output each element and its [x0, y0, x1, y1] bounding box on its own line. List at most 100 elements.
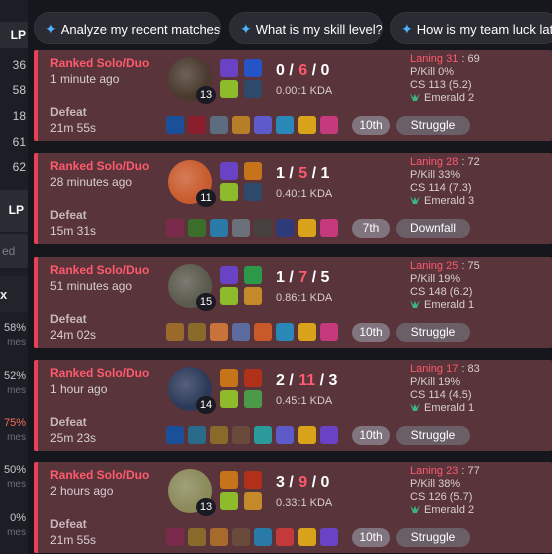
rune-icon[interactable] [244, 471, 262, 489]
summoner-spell-icon[interactable] [220, 287, 238, 305]
item-icon[interactable] [298, 116, 316, 134]
search-input[interactable]: ed [0, 234, 28, 268]
kills: 3 [276, 474, 285, 491]
item-icon[interactable] [166, 426, 184, 444]
summoner-spell-icon[interactable] [220, 162, 238, 180]
performance-tag[interactable]: Struggle [396, 116, 470, 135]
summoner-spell-icon[interactable] [220, 80, 238, 98]
summoner-spell-icon[interactable] [220, 390, 238, 408]
laning-stats: Laning 31 : 69 P/Kill 0% CS 113 (5.2) Em… [410, 53, 480, 104]
item-icon[interactable] [254, 116, 272, 134]
match-card[interactable]: Ranked Solo/Duo 28 minutes ago Defeat 15m 3… [34, 153, 552, 244]
rune-icon[interactable] [244, 266, 262, 284]
queue-type: Ranked Solo/Duo [50, 263, 150, 277]
item-icon[interactable] [298, 528, 316, 546]
item-icon[interactable] [232, 528, 250, 546]
match-card[interactable]: Ranked Solo/Duo 51 minutes ago Defeat 24m 0… [34, 257, 552, 348]
item-icon[interactable] [232, 219, 250, 237]
assists: 1 [320, 165, 330, 182]
summoner-spell-icon[interactable] [220, 183, 238, 201]
laning-label: Laning 25 [410, 260, 459, 272]
queue-type: Ranked Solo/Duo [50, 468, 150, 482]
lp-card[interactable]: LP [0, 190, 28, 232]
match-card[interactable]: Ranked Solo/Duo 1 minute ago Defeat 21m 55s… [34, 50, 552, 141]
item-icon[interactable] [210, 323, 228, 341]
search-placeholder: ed [2, 244, 16, 258]
item-icon[interactable] [166, 528, 184, 546]
item-icon[interactable] [210, 116, 228, 134]
item-icon[interactable] [298, 426, 316, 444]
rune-icon[interactable] [244, 492, 262, 510]
rune-icon[interactable] [244, 59, 262, 77]
average-rank: Emerald 2 [424, 92, 475, 104]
prompt-suggestions: ✦ Analyze my recent matches. ✦ What is my … [34, 12, 552, 44]
item-icon[interactable] [166, 219, 184, 237]
winrate-pct: 58% [3, 322, 26, 334]
placement-badge: 7th [352, 219, 390, 238]
item-icon[interactable] [254, 323, 272, 341]
summoner-spell-icon[interactable] [220, 471, 238, 489]
item-icon[interactable] [298, 219, 316, 237]
laning-stats: Laning 23 : 77 P/Kill 38% CS 126 (5.7) E… [410, 465, 480, 516]
rune-icon[interactable] [244, 287, 262, 305]
rune-icon[interactable] [244, 80, 262, 98]
placement-badge: 10th [352, 528, 390, 547]
performance-tag[interactable]: Downfall [396, 219, 470, 238]
prompt-chip-luck[interactable]: ✦ How is my team luck latel [390, 12, 552, 44]
laning-label: Laning 31 [410, 53, 459, 65]
item-icon[interactable] [188, 116, 206, 134]
item-icon[interactable] [254, 219, 272, 237]
item-icon[interactable] [188, 323, 206, 341]
item-icon[interactable] [320, 116, 338, 134]
performance-tag[interactable]: Struggle [396, 426, 470, 445]
rune-icon[interactable] [244, 183, 262, 201]
rune-icon[interactable] [244, 369, 262, 387]
kda-score: 0 / 6 / 0 [276, 62, 330, 79]
match-card[interactable]: Ranked Solo/Duo 1 hour ago Defeat 25m 23s 14… [34, 360, 552, 451]
match-time: 28 minutes ago [50, 175, 133, 189]
item-icon[interactable] [276, 528, 294, 546]
performance-tag[interactable]: Struggle [396, 528, 470, 547]
prompt-chip-skill[interactable]: ✦ What is my skill level? [229, 12, 383, 44]
match-card[interactable]: Ranked Solo/Duo 2 hours ago Defeat 21m 55s 1… [34, 462, 552, 553]
item-icon[interactable] [232, 426, 250, 444]
item-icon[interactable] [188, 426, 206, 444]
summoner-spell-icon[interactable] [220, 266, 238, 284]
summoner-spell-icon[interactable] [220, 492, 238, 510]
item-icon[interactable] [254, 528, 272, 546]
rune-icon[interactable] [244, 390, 262, 408]
kill-participation: P/Kill 19% [410, 376, 461, 388]
champion-level: 15 [196, 293, 216, 311]
lp-value: 18 [12, 109, 26, 123]
item-icon[interactable] [166, 116, 184, 134]
summoner-spell-icon[interactable] [220, 369, 238, 387]
item-icon[interactable] [254, 426, 272, 444]
rune-icon[interactable] [244, 162, 262, 180]
item-icon[interactable] [276, 116, 294, 134]
performance-tag[interactable]: Struggle [396, 323, 470, 342]
item-icon[interactable] [276, 219, 294, 237]
item-icon[interactable] [210, 426, 228, 444]
summoner-spell-icon[interactable] [220, 59, 238, 77]
item-icon[interactable] [188, 219, 206, 237]
item-icon[interactable] [320, 528, 338, 546]
winrate-pct: 50% [3, 464, 26, 476]
average-rank: Emerald 2 [424, 504, 475, 516]
laning-score: 75 [467, 260, 480, 272]
item-icon[interactable] [166, 323, 184, 341]
item-icon[interactable] [210, 219, 228, 237]
winrate-pct: 52% [3, 370, 26, 382]
item-icon[interactable] [320, 323, 338, 341]
item-icon[interactable] [232, 116, 250, 134]
item-icon[interactable] [298, 323, 316, 341]
item-icon[interactable] [188, 528, 206, 546]
item-icon[interactable] [320, 219, 338, 237]
champion-stats-header: x [0, 276, 28, 312]
item-icon[interactable] [232, 323, 250, 341]
item-icon[interactable] [276, 426, 294, 444]
prompt-chip-analyze[interactable]: ✦ Analyze my recent matches. [34, 12, 221, 44]
item-icon[interactable] [210, 528, 228, 546]
item-icon[interactable] [320, 426, 338, 444]
kda-ratio: 0.00:1 KDA [276, 85, 333, 97]
item-icon[interactable] [276, 323, 294, 341]
